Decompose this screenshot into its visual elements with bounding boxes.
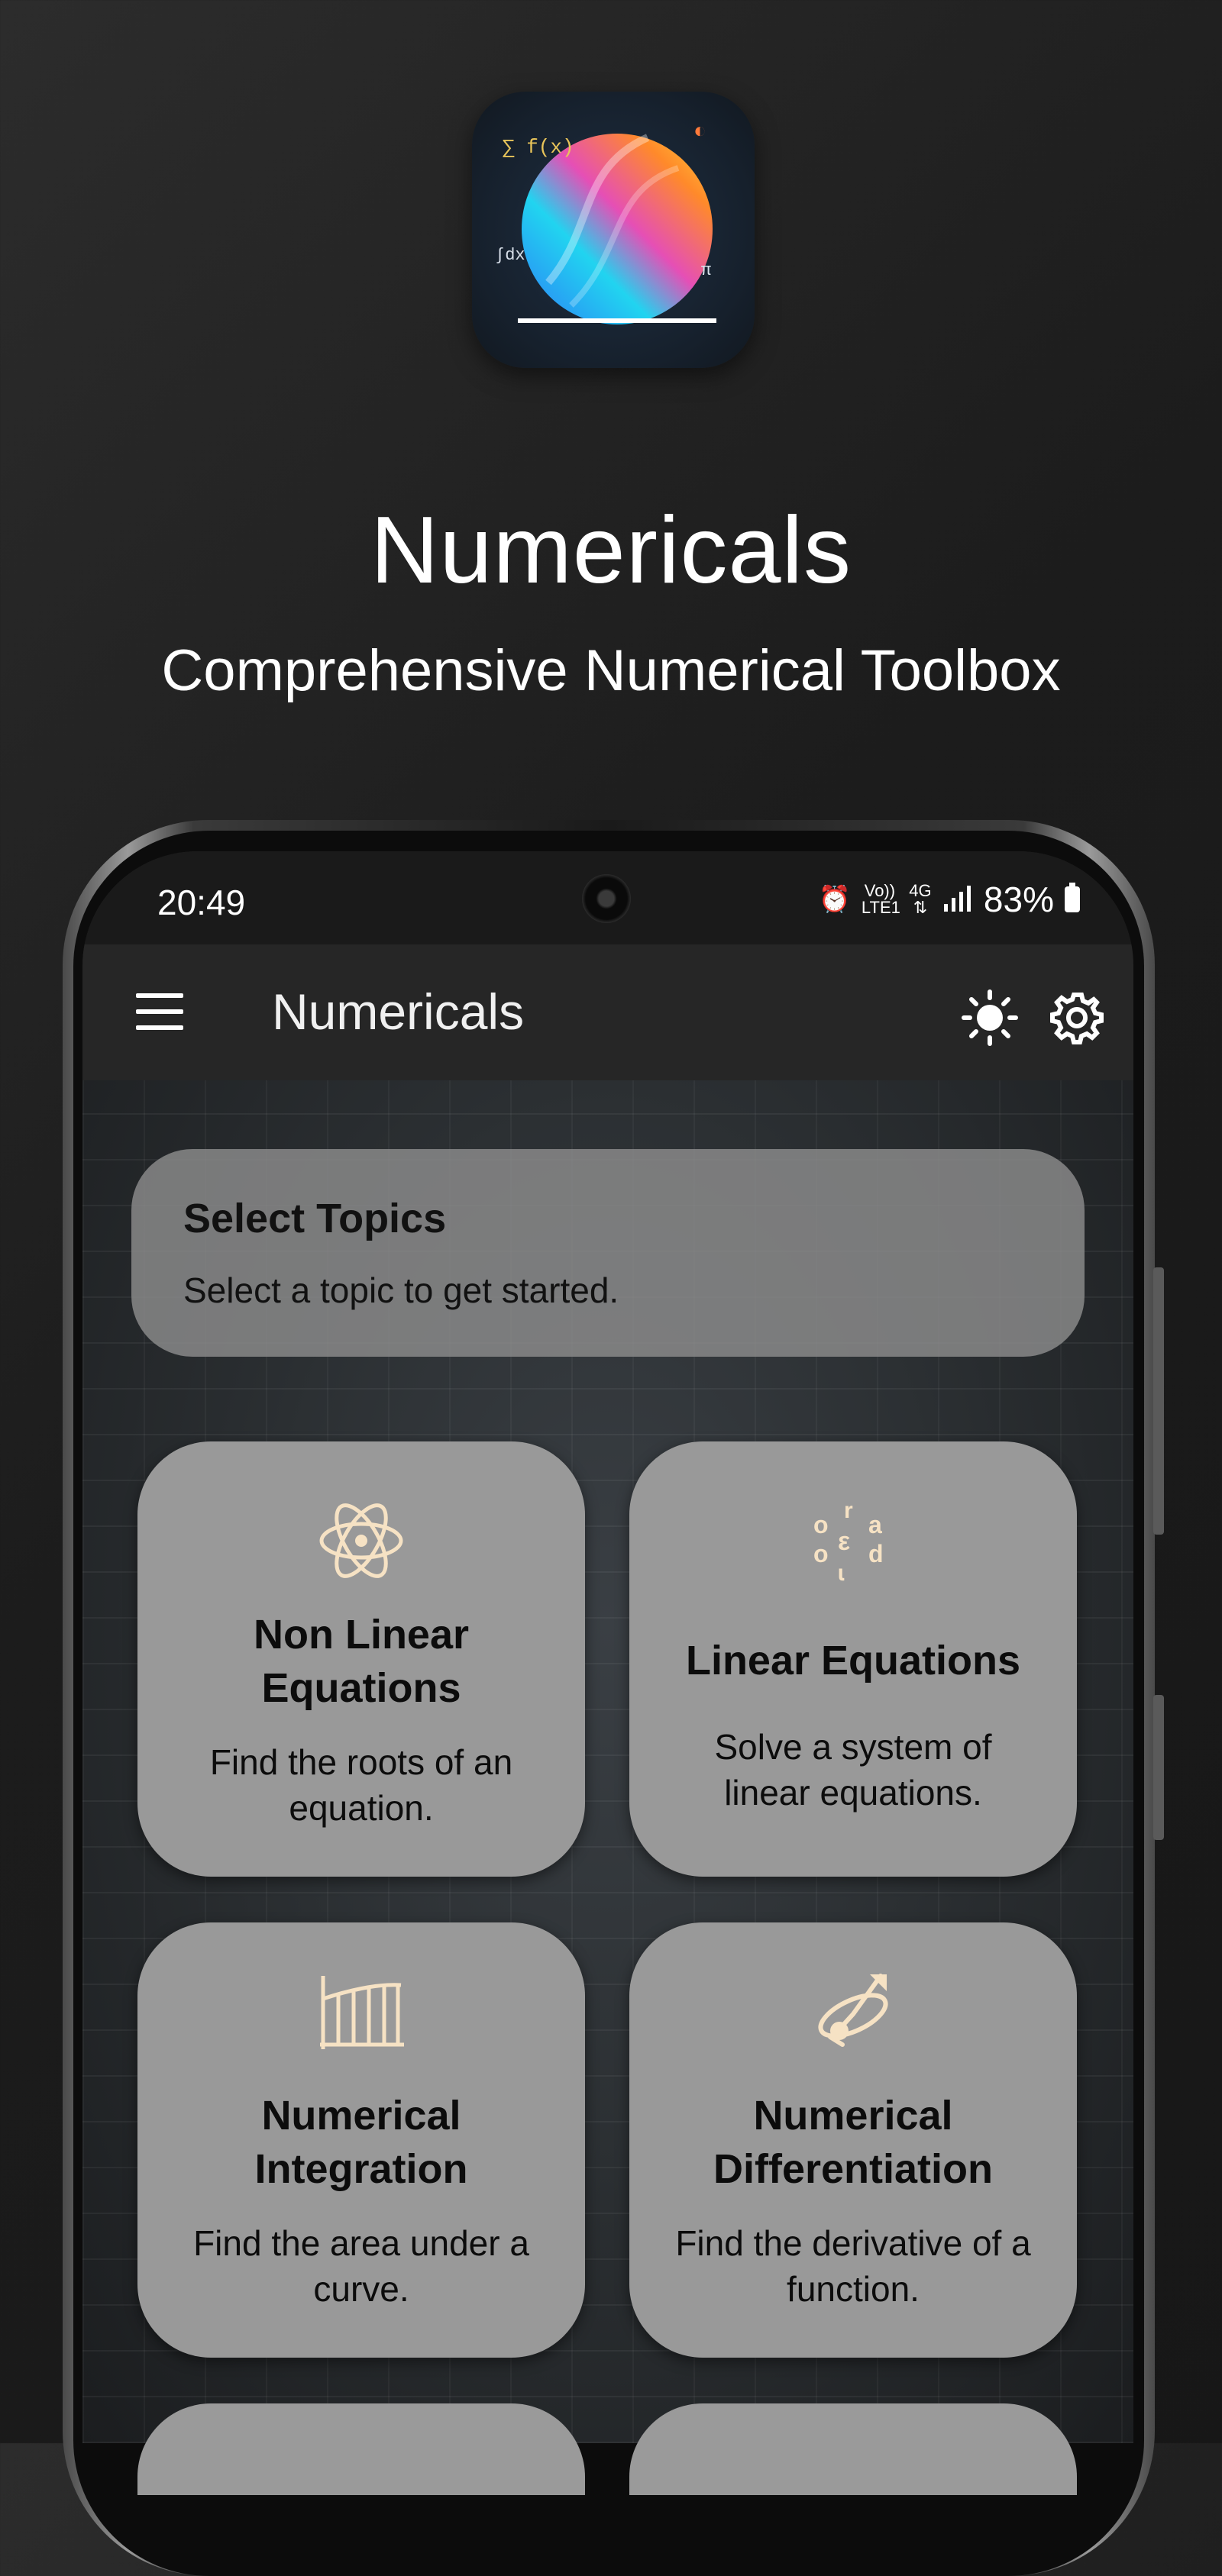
volte-indicator: Vo)) LTE1	[861, 881, 900, 917]
volume-button	[1153, 1267, 1164, 1535]
app-bar: Numericals	[82, 944, 1133, 1080]
front-camera	[582, 874, 631, 923]
variables-icon: r o a ε o d ɩ	[807, 1495, 899, 1587]
integral-bars-icon	[315, 1968, 407, 2060]
topic-card-numerical-integration[interactable]: Numerical Integration Find the area under…	[137, 1922, 585, 2358]
svg-text:r: r	[844, 1498, 853, 1523]
topic-description: Find the derivative of a function.	[675, 2223, 1031, 2309]
topic-card-numerical-differentiation[interactable]: Numerical Differentiation Find the deriva…	[629, 1922, 1077, 2358]
battery-icon	[1065, 883, 1080, 912]
app-logo: ∑ f(x) ◐ ∫dx π	[472, 92, 755, 368]
gear-icon[interactable]	[1048, 989, 1106, 1047]
topic-title: Non Linear Equations	[253, 1612, 470, 1711]
svg-text:ε: ε	[838, 1527, 850, 1556]
topic-title: Numerical Integration	[254, 2093, 468, 2192]
svg-text:∫dx: ∫dx	[495, 246, 525, 265]
signal-bars-icon	[942, 884, 973, 915]
svg-text:◐: ◐	[693, 121, 706, 144]
hamburger-menu-icon[interactable]	[136, 993, 183, 1030]
topic-card-linear-equations[interactable]: r o a ε o d ɩ Linear Equations Solve a s…	[629, 1441, 1077, 1877]
header-title: Select Topics	[183, 1196, 447, 1241]
svg-text:∑ f(x): ∑ f(x)	[503, 136, 574, 159]
svg-text:o: o	[813, 1511, 829, 1538]
network-indicator: 4G ⇅	[909, 881, 932, 917]
topic-title: Linear Equations	[685, 1638, 1021, 1683]
topic-description: Find the area under a curve.	[193, 2223, 529, 2309]
svg-text:ɩ: ɩ	[838, 1561, 845, 1586]
topic-description: Find the roots of an equation.	[209, 1742, 513, 1828]
appbar-title: Numericals	[272, 983, 525, 1040]
alarm-icon: ⏰	[818, 885, 851, 914]
promo-title: Numericals	[370, 498, 852, 603]
topic-card-non-linear-equations[interactable]: Non Linear Equations Find the roots of an…	[137, 1441, 585, 1877]
select-topics-card: Select Topics Select a topic to get star…	[131, 1149, 1085, 1357]
svg-text:π: π	[701, 261, 711, 280]
atom-icon	[315, 1495, 407, 1587]
svg-text:d: d	[868, 1540, 884, 1567]
header-subtitle: Select a topic to get started.	[183, 1270, 619, 1310]
battery-percent: 83%	[983, 880, 1054, 919]
topic-card-partial[interactable]	[629, 2403, 1077, 2495]
sun-icon[interactable]	[961, 989, 1019, 1047]
differentiation-icon	[807, 1968, 899, 2060]
status-bar: 20:49 ⏰ Vo)) LTE1 4G ⇅ 83%	[82, 851, 1133, 944]
svg-text:o: o	[813, 1540, 829, 1567]
status-time: 20:49	[157, 883, 246, 922]
topic-title: Numerical Differentiation	[713, 2093, 993, 2192]
promo-subtitle: Comprehensive Numerical Toolbox	[161, 638, 1061, 703]
topic-card-partial[interactable]	[137, 2403, 585, 2495]
svg-text:a: a	[868, 1511, 882, 1538]
power-button	[1153, 1695, 1164, 1840]
topic-description: Solve a system of linear equations.	[714, 1727, 992, 1813]
